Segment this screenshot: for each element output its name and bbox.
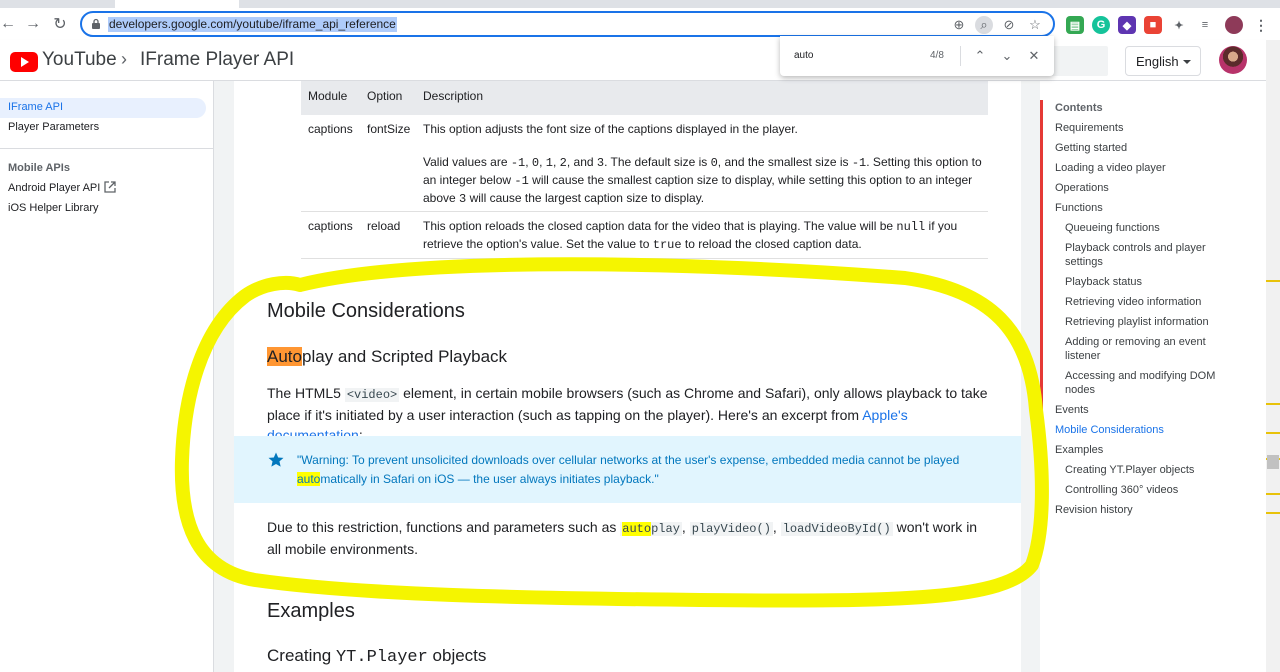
toc-item[interactable]: Functions: [1055, 201, 1103, 215]
nav-section-title: Mobile APIs: [8, 162, 70, 174]
scrollbar-find-marker: [1266, 432, 1280, 434]
bookmark-star-icon[interactable]: ☆: [1026, 16, 1044, 34]
scrollbar-find-marker: [1266, 493, 1280, 495]
find-current-match: Auto: [267, 347, 302, 366]
find-bar: auto 4/8 ⌃ ⌄ ✕: [780, 36, 1054, 76]
toc-subitem[interactable]: Accessing and modifying DOM nodes: [1065, 369, 1225, 397]
caret-down-icon: [1183, 60, 1191, 64]
site-header: YouTube › IFrame Player API English: [0, 40, 1266, 81]
paragraph-restriction: Due to this restriction, functions and p…: [267, 519, 978, 557]
star-icon: [268, 452, 284, 467]
toc-item[interactable]: Requirements: [1055, 121, 1123, 135]
table-cell-option: reload: [367, 219, 401, 233]
search-input[interactable]: [1048, 46, 1108, 76]
scrollbar-find-marker: [1266, 512, 1280, 514]
toc-subitem[interactable]: Retrieving playlist information: [1065, 315, 1209, 329]
scrollbar-find-marker: [1266, 280, 1280, 282]
find-match-count: 4/8: [930, 50, 944, 61]
nav-item-android-player-api[interactable]: Android Player API: [8, 182, 100, 194]
toc-subitem[interactable]: Playback status: [1065, 275, 1142, 289]
table-header-option: Option: [367, 89, 403, 103]
find-divider: [960, 46, 961, 66]
toc-item[interactable]: Getting started: [1055, 141, 1127, 155]
find-icon[interactable]: ⌕: [975, 16, 993, 34]
scrollbar-find-marker: [1266, 403, 1280, 405]
toc-subitem[interactable]: Queueing functions: [1065, 221, 1160, 235]
url-text[interactable]: developers.google.com/youtube/iframe_api…: [108, 17, 397, 32]
forward-icon[interactable]: →: [21, 12, 45, 36]
active-tab[interactable]: [115, 0, 239, 8]
reload-icon[interactable]: ↻: [48, 12, 72, 36]
breadcrumb-separator: ›: [121, 49, 127, 69]
profile-avatar-icon[interactable]: [1225, 16, 1243, 34]
nav-item-iframe-api[interactable]: IFrame API: [8, 101, 63, 113]
find-input[interactable]: auto: [794, 50, 813, 61]
browser-menu-icon[interactable]: ⋮: [1252, 16, 1270, 34]
chevron-down-icon[interactable]: ⌄: [998, 47, 1016, 65]
toc-indicator-bar: [1040, 100, 1043, 518]
external-link-icon[interactable]: [104, 181, 116, 193]
table-cell-description: This option adjusts the font size of the…: [423, 122, 798, 136]
toc-item-active[interactable]: Mobile Considerations: [1055, 423, 1164, 437]
extension-grammarly-icon[interactable]: G: [1092, 16, 1110, 34]
table-row-divider: [301, 211, 988, 212]
tab-strip: [0, 0, 1280, 8]
avatar[interactable]: [1219, 46, 1247, 74]
toc-item[interactable]: Operations: [1055, 181, 1109, 195]
scrollbar-thumb[interactable]: [1267, 455, 1279, 469]
brand-name[interactable]: YouTube: [42, 49, 117, 71]
browser-toolbar: ← → ↻ developers.google.com/youtube/ifra…: [0, 8, 1280, 40]
left-navigation: IFrame API Player Parameters Mobile APIs…: [0, 81, 214, 672]
table-header-module: Module: [308, 89, 348, 103]
toc-item[interactable]: Revision history: [1055, 503, 1133, 517]
lock-icon: [92, 18, 100, 29]
table-cell-module: captions: [308, 219, 353, 233]
nav-item-ios-helper-library[interactable]: iOS Helper Library: [8, 202, 98, 214]
table-row-divider: [301, 258, 988, 259]
heading-creating-player: Creating YT.Player objects: [267, 646, 487, 667]
address-bar[interactable]: developers.google.com/youtube/iframe_api…: [80, 11, 1055, 37]
heading-mobile-considerations: Mobile Considerations: [267, 300, 465, 322]
toc-item[interactable]: Examples: [1055, 443, 1103, 457]
eye-off-icon[interactable]: ⊘: [1000, 16, 1018, 34]
heading-autoplay: Autoplay and Scripted Playback: [267, 347, 508, 366]
toc-subitem[interactable]: Playback controls and player settings: [1065, 241, 1225, 269]
page-title[interactable]: IFrame Player API: [140, 49, 294, 71]
heading-examples: Examples: [267, 600, 355, 622]
table-cell-description: This option reloads the closed caption d…: [423, 219, 958, 252]
code-autoplay: autoplay: [620, 522, 682, 536]
toc-item[interactable]: Loading a video player: [1055, 161, 1166, 175]
find-match: auto: [297, 472, 321, 486]
language-select[interactable]: English: [1125, 46, 1201, 76]
page-scrollbar[interactable]: [1266, 40, 1280, 672]
table-cell-option: fontSize: [367, 122, 411, 136]
table-header: Module Option Description: [301, 81, 988, 115]
table-cell-module: captions: [308, 122, 353, 136]
extension-purple-icon[interactable]: ◆: [1118, 16, 1136, 34]
nav-divider: [0, 148, 213, 149]
close-icon[interactable]: ✕: [1025, 47, 1043, 65]
chevron-up-icon[interactable]: ⌃: [971, 47, 989, 65]
extension-red-icon[interactable]: ■: [1144, 16, 1162, 34]
table-header-description: Description: [423, 89, 484, 103]
toc-subitem[interactable]: Adding or removing an event listener: [1065, 335, 1225, 363]
back-icon[interactable]: ←: [0, 12, 20, 36]
nav-item-player-parameters[interactable]: Player Parameters: [8, 121, 99, 133]
toc-subitem[interactable]: Controlling 360° videos: [1065, 483, 1178, 497]
reading-list-icon[interactable]: ≡: [1196, 16, 1214, 34]
table-cell-description-values: Valid values are -1, 0, 1, 2, and 3. The…: [423, 155, 982, 206]
youtube-logo[interactable]: [10, 52, 38, 72]
language-label: English: [1136, 54, 1179, 69]
toc-title: Contents: [1055, 102, 1103, 114]
callout-text: "Warning: To prevent unsolicited downloa…: [297, 453, 960, 486]
zoom-icon[interactable]: ⊕: [950, 16, 968, 34]
toc-item[interactable]: Events: [1055, 403, 1089, 417]
extension-sheets-icon[interactable]: ▤: [1066, 16, 1084, 34]
toc-subitem[interactable]: Creating YT.Player objects: [1065, 463, 1194, 477]
toc-subitem[interactable]: Retrieving video information: [1065, 295, 1201, 309]
extensions-puzzle-icon[interactable]: ✦: [1170, 16, 1188, 34]
